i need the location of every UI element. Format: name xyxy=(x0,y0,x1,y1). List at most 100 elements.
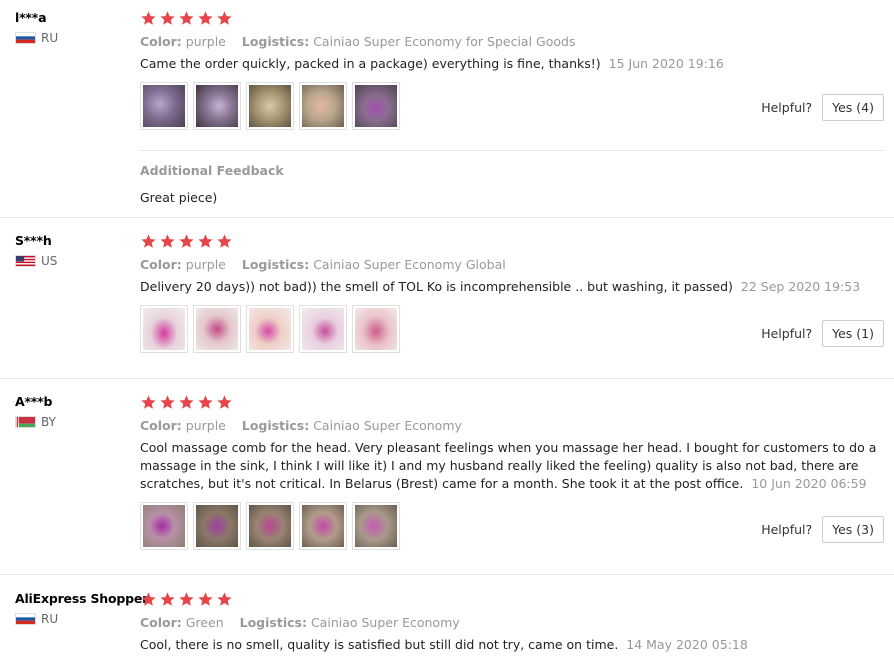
additional-feedback-text: Great piece) xyxy=(140,190,218,205)
helpful-section: Helpful? Yes (1) xyxy=(761,320,884,347)
logistics-label: Logistics: xyxy=(241,257,310,272)
star-rating xyxy=(140,10,884,28)
review-attributes: Color: Green Logistics: Cainiao Super Ec… xyxy=(140,615,884,630)
reviewer-country: RU xyxy=(15,31,58,45)
review-date: 14 May 2020 05:18 xyxy=(626,637,748,652)
review-photo[interactable] xyxy=(299,305,347,353)
flag-us-icon xyxy=(15,255,36,267)
reviewer-country: BY xyxy=(15,415,56,429)
star-icon xyxy=(179,592,194,606)
reviewer-name: l***a xyxy=(15,10,47,25)
star-icon xyxy=(198,395,213,409)
review-attributes: Color: purple Logistics: Cainiao Super E… xyxy=(140,418,884,433)
star-rating xyxy=(140,233,884,251)
logistics-label: Logistics: xyxy=(241,418,310,433)
reviewer-name: AliExpress Shopper xyxy=(15,591,149,606)
star-icon xyxy=(217,592,232,606)
review-text-block: Cool massage comb for the head. Very ple… xyxy=(140,439,884,493)
review-content: Color: purple Logistics: Cainiao Super E… xyxy=(140,10,884,130)
review-photo[interactable] xyxy=(246,82,294,130)
review-photo[interactable] xyxy=(352,305,400,353)
helpful-yes-button[interactable]: Yes (1) xyxy=(822,320,884,347)
color-label: Color: xyxy=(140,615,182,630)
helpful-section: Helpful? Yes (4) xyxy=(761,94,884,121)
review-text-block: Delivery 20 days)) not bad)) the smell o… xyxy=(140,278,884,296)
color-value: Green xyxy=(185,615,224,630)
review-text-block: Came the order quickly, packed in a pack… xyxy=(140,55,884,73)
review-photo[interactable] xyxy=(193,82,241,130)
additional-feedback: Additional Feedback Great piece) xyxy=(140,150,884,205)
star-icon xyxy=(179,234,194,248)
review-photo[interactable] xyxy=(299,82,347,130)
review-item: l***a RU Color: purple Logistics: Cainia… xyxy=(0,0,894,218)
review-photo[interactable] xyxy=(352,82,400,130)
review-date: 22 Sep 2020 19:53 xyxy=(740,279,861,294)
country-code: BY xyxy=(41,415,56,429)
review-text-block: Cool, there is no smell, quality is sati… xyxy=(140,636,884,654)
flag-ru-icon xyxy=(15,613,36,625)
reviewer-info: AliExpress Shopper RU xyxy=(15,591,148,626)
review-photo[interactable] xyxy=(140,82,188,130)
reviewer-name: A***b xyxy=(15,394,53,409)
review-content: Color: purple Logistics: Cainiao Super E… xyxy=(140,233,884,353)
star-icon xyxy=(217,11,232,25)
helpful-label: Helpful? xyxy=(761,100,813,115)
review-photo[interactable] xyxy=(140,502,188,550)
reviewer-country: US xyxy=(15,254,57,268)
review-photo[interactable] xyxy=(352,502,400,550)
star-icon xyxy=(141,395,156,409)
star-rating xyxy=(140,591,884,609)
reviewer-info: A***b BY xyxy=(15,394,56,429)
review-date: 10 Jun 2020 06:59 xyxy=(751,476,867,491)
review-photo[interactable] xyxy=(140,305,188,353)
star-rating xyxy=(140,394,884,412)
reviewer-name: S***h xyxy=(15,233,52,248)
logistics-value: Cainiao Super Economy xyxy=(310,615,460,630)
flag-by-icon xyxy=(15,416,36,428)
color-label: Color: xyxy=(140,34,182,49)
star-icon xyxy=(198,11,213,25)
review-attributes: Color: purple Logistics: Cainiao Super E… xyxy=(140,34,884,49)
helpful-yes-button[interactable]: Yes (4) xyxy=(822,94,884,121)
star-icon xyxy=(141,592,156,606)
color-label: Color: xyxy=(140,418,182,433)
star-icon xyxy=(217,395,232,409)
review-item: A***b BY Color: purple Logistics: Cainia… xyxy=(0,379,894,575)
review-text: Came the order quickly, packed in a pack… xyxy=(140,56,601,71)
logistics-label: Logistics: xyxy=(239,615,307,630)
logistics-value: Cainiao Super Economy Global xyxy=(313,257,506,272)
star-icon xyxy=(160,395,175,409)
star-icon xyxy=(179,395,194,409)
review-photo[interactable] xyxy=(193,305,241,353)
star-icon xyxy=(198,592,213,606)
country-code: RU xyxy=(41,31,59,45)
helpful-yes-button[interactable]: Yes (3) xyxy=(822,516,884,543)
review-photo[interactable] xyxy=(246,502,294,550)
review-content: Color: purple Logistics: Cainiao Super E… xyxy=(140,394,884,550)
helpful-section: Helpful? Yes (3) xyxy=(761,516,884,543)
review-photo[interactable] xyxy=(193,502,241,550)
review-content: Color: Green Logistics: Cainiao Super Ec… xyxy=(140,591,884,654)
logistics-value: Cainiao Super Economy xyxy=(313,418,462,433)
reviewer-country: RU xyxy=(15,612,148,626)
review-date: 15 Jun 2020 19:16 xyxy=(608,56,724,71)
star-icon xyxy=(160,592,175,606)
review-attributes: Color: purple Logistics: Cainiao Super E… xyxy=(140,257,884,272)
review-photo[interactable] xyxy=(246,305,294,353)
star-icon xyxy=(179,11,194,25)
country-code: RU xyxy=(41,612,59,626)
reviewer-info: l***a RU xyxy=(15,10,58,45)
color-value: purple xyxy=(185,257,226,272)
review-item: AliExpress Shopper RU Color: Green Logis… xyxy=(0,575,894,657)
logistics-value: Cainiao Super Economy for Special Goods xyxy=(313,34,576,49)
star-icon xyxy=(160,11,175,25)
flag-ru-icon xyxy=(15,32,36,44)
reviewer-info: S***h US xyxy=(15,233,57,268)
review-text: Delivery 20 days)) not bad)) the smell o… xyxy=(140,279,733,294)
color-value: purple xyxy=(185,34,226,49)
color-value: purple xyxy=(185,418,226,433)
review-photo[interactable] xyxy=(299,502,347,550)
color-label: Color: xyxy=(140,257,182,272)
country-code: US xyxy=(41,254,58,268)
helpful-label: Helpful? xyxy=(761,522,813,537)
